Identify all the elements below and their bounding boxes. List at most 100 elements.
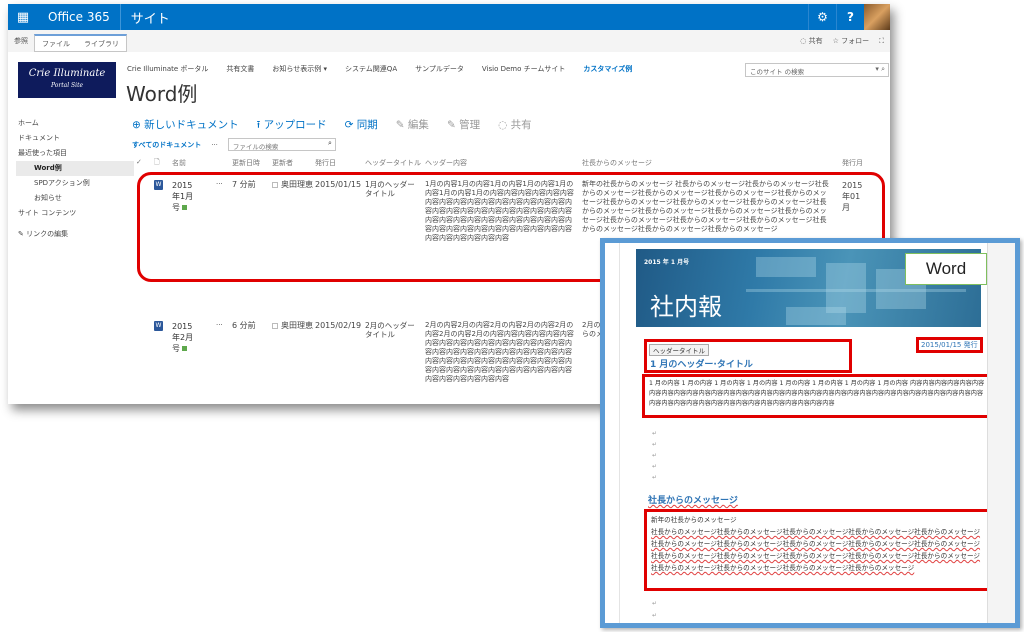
office365-link[interactable]: Office 365	[38, 4, 121, 30]
site-label[interactable]: サイト	[121, 8, 170, 27]
ribbon-tab-browse[interactable]: 参照	[8, 30, 34, 52]
word-scroll-gutter[interactable]	[987, 243, 1015, 623]
header-title-content-control[interactable]: ヘッダータイトル 1 月のヘッダー·タイトル	[644, 339, 852, 373]
paragraph-mark: ↵	[652, 463, 658, 470]
leftnav-item-home[interactable]: ホーム	[16, 116, 134, 131]
ribbon: 参照 ファイル ライブラリ ◌ 共有 ☆ フォロー ⛶	[8, 30, 890, 52]
row-modified-by-text: 奥田理恵	[281, 321, 313, 330]
row-header-title: 2月のヘッダータイトル	[365, 321, 415, 339]
topnav-item[interactable]: サンプルデータ	[415, 64, 464, 74]
paragraph-mark: ↵	[652, 474, 658, 481]
share-label: 共有	[808, 37, 823, 45]
edit-button[interactable]: ✎ 編集	[396, 117, 429, 135]
select-all-checkbox[interactable]: ✓	[136, 158, 142, 166]
manage-button[interactable]: ✎ 管理	[447, 117, 480, 135]
ribbon-library-tools: ファイル ライブラリ	[34, 34, 127, 52]
word-window: 2015 年 1 月号 社内報 Word ヘッダータイトル 1 月のヘッダー·タ…	[600, 238, 1020, 628]
site-search-input[interactable]: このサイト の検索 ▾ ⌕	[745, 63, 889, 77]
view-all-documents[interactable]: すべてのドキュメント	[132, 140, 201, 150]
top-navigation: Crie Illuminate ポータル 共有文書 お知らせ表示例 ▾ システム…	[127, 64, 632, 74]
column-header-modified[interactable]: 更新日時	[232, 158, 260, 168]
site-logo[interactable]: Crie Illuminate Portal Site	[18, 62, 116, 98]
leftnav-item-spd-action[interactable]: SPDアクション例	[16, 176, 134, 191]
column-header-month[interactable]: 発行月	[842, 158, 863, 168]
pencil-icon: ✎	[18, 230, 27, 238]
row-modified: 6 分前	[232, 321, 256, 330]
paragraph-marks: ↵ ↵ ↵ ↵ ↵	[652, 428, 657, 483]
message-lead: 新年の社長からのメッセージ	[651, 516, 737, 524]
topnav-item[interactable]: Visio Demo チームサイト	[482, 64, 566, 74]
message-body: 社長からのメッセージ社長からのメッセージ社長からのメッセージ社長からのメッセージ…	[651, 528, 981, 572]
command-bar: ⊕ 新しいドキュメント ⭱ アップロード ⟳ 同期 ✎ 編集 ✎ 管理 ◌ 共有	[132, 117, 532, 135]
ribbon-tab-files[interactable]: ファイル	[35, 36, 77, 52]
topnav-item[interactable]: システム関連QA	[345, 64, 397, 74]
sync-button[interactable]: ⟳ 同期	[345, 117, 378, 135]
file-search-input[interactable]: ファイルの検索 ⌕	[227, 138, 336, 151]
site-search-placeholder: このサイト の検索	[750, 68, 805, 76]
paragraph-marks: ↵ ↵	[652, 598, 657, 622]
new-document-button[interactable]: ⊕ 新しいドキュメント	[132, 117, 239, 135]
focus-icon[interactable]: ⛶	[879, 37, 884, 46]
share-link[interactable]: ◌ 共有	[800, 36, 822, 46]
header-content-box[interactable]: 1 月の内容 1 月の内容 1 月の内容 1 月の内容 1 月の内容 1 月の内…	[642, 374, 992, 418]
edit-links-button[interactable]: ✎ リンクの編集	[16, 227, 134, 242]
topnav-item[interactable]: 共有文書	[226, 64, 254, 74]
topnav-item[interactable]: Crie Illuminate ポータル	[127, 64, 208, 74]
site-header: Crie Illuminate Portal Site Crie Illumin…	[8, 52, 890, 112]
leftnav-item-documents[interactable]: ドキュメント	[16, 131, 134, 146]
presence-icon	[272, 322, 278, 329]
leftnav-item-announcements[interactable]: お知らせ	[16, 191, 134, 206]
app-launcher-icon[interactable]: ▦	[8, 4, 38, 30]
row-more-button[interactable]: ···	[216, 321, 223, 330]
share-button[interactable]: ◌ 共有	[498, 117, 532, 135]
search-icon[interactable]: ⌕	[328, 139, 332, 148]
help-button[interactable]: ?	[836, 4, 864, 30]
row-modified-by[interactable]: 奥田理恵	[272, 321, 313, 330]
word-page: 2015 年 1 月号 社内報 Word ヘッダータイトル 1 月のヘッダー·タ…	[619, 243, 992, 623]
search-icon[interactable]: ▾ ⌕	[875, 65, 885, 74]
paragraph-mark: ↵	[652, 600, 658, 607]
column-header-name[interactable]: 名前	[172, 158, 186, 168]
leftnav-item-word-example[interactable]: Word例	[16, 161, 134, 176]
topnav-item[interactable]: お知らせ表示例 ▾	[272, 64, 327, 74]
paragraph-mark: ↵	[652, 612, 658, 619]
word-doc-icon: W	[154, 321, 163, 331]
logo-subtitle: Portal Site	[50, 82, 84, 89]
banner-issue: 2015 年 1 月号	[644, 259, 690, 266]
paragraph-mark: ↵	[652, 441, 658, 448]
paragraph-mark: ↵	[652, 452, 658, 459]
row-name[interactable]: 2015年2月号	[172, 321, 196, 354]
suite-bar: ▦ Office 365 サイト ⚙ ?	[8, 4, 890, 30]
follow-link[interactable]: ☆ フォロー	[833, 36, 870, 46]
view-more-button[interactable]: ···	[211, 141, 218, 149]
content-control-tag: ヘッダータイトル	[649, 344, 709, 356]
gear-icon[interactable]: ⚙	[808, 4, 836, 30]
upload-button[interactable]: ⭱ アップロード	[257, 117, 327, 135]
message-box[interactable]: 新年の社長からのメッセージ 社長からのメッセージ社長からのメッセージ社長からのメ…	[644, 509, 992, 591]
header-title-value[interactable]: 1 月のヘッダー·タイトル	[650, 357, 753, 370]
column-header-modified-by[interactable]: 更新者	[272, 158, 293, 168]
leftnav-item-site-contents[interactable]: サイト コンテンツ	[16, 206, 134, 221]
file-type-icon: 🗋	[154, 158, 160, 166]
file-search-placeholder: ファイルの検索	[232, 143, 279, 151]
ribbon-tab-library[interactable]: ライブラリ	[77, 36, 126, 52]
publish-date[interactable]: 2015/01/15 発行	[916, 337, 983, 353]
star-icon: ☆	[832, 37, 842, 45]
edit-links-label: リンクの編集	[26, 230, 69, 238]
banner-title: 社内報	[650, 293, 722, 321]
row-header-content: 2月の内容2月の内容2月の内容2月の内容2月の内容2月の内容2月の内容内容内容内…	[425, 321, 574, 383]
column-header-header-title[interactable]: ヘッダータイトル	[365, 158, 421, 168]
column-header-message[interactable]: 社長からのメッセージ	[582, 158, 652, 168]
leftnav-item-recent[interactable]: 最近使った項目	[16, 146, 134, 161]
view-selector-row: すべてのドキュメント ··· ファイルの検索 ⌕	[132, 138, 336, 151]
column-header-published[interactable]: 発行日	[315, 158, 336, 168]
left-navigation: ホーム ドキュメント 最近使った項目 Word例 SPDアクション例 お知らせ …	[16, 116, 134, 242]
page-title: Word例	[126, 82, 198, 106]
column-header-header-content[interactable]: ヘッダー内容	[425, 158, 467, 168]
topnav-item-active[interactable]: カスタマイズ例	[583, 64, 632, 74]
row-published: 2015/02/19	[315, 321, 362, 330]
avatar[interactable]	[864, 4, 890, 30]
paragraph-mark: ↵	[652, 430, 658, 437]
new-badge-icon	[182, 346, 187, 351]
follow-label: フォロー	[841, 37, 870, 45]
